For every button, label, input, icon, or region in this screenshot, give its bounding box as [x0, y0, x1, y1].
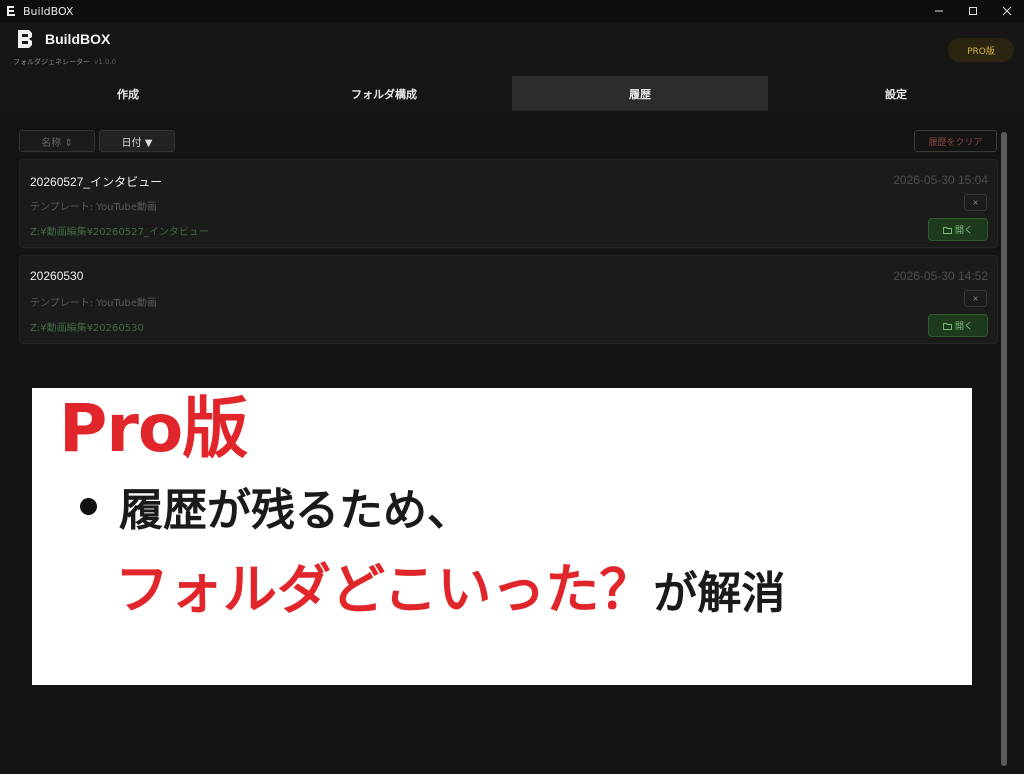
window-controls — [922, 0, 1024, 22]
promo-line2-highlight: フォルダどこいった？ — [115, 558, 654, 621]
tab-history[interactable]: 履歴 — [512, 76, 768, 111]
history-card: 20260527_インタビュー 2026-05-30 15:04 テンプレート:… — [19, 159, 998, 248]
open-folder-button[interactable]: 開く — [928, 218, 988, 241]
promo-line2: フォルダどこいった？が解消 — [115, 563, 785, 617]
promo-title: Pro版 — [59, 390, 248, 467]
delete-button[interactable]: × — [964, 194, 987, 211]
history-date: 2026-05-30 15:04 — [893, 173, 988, 187]
sort-by-date-button[interactable]: 日付 ▼ — [99, 130, 175, 152]
promo-line2-suffix: が解消 — [653, 568, 786, 619]
open-folder-button[interactable]: 開く — [928, 314, 988, 337]
history-path: Z:¥動画編集¥20260527_インタビュー — [30, 227, 209, 238]
history-card: 20260530 2026-05-30 14:52 テンプレート: YouTub… — [19, 255, 998, 344]
history-name: 20260530 — [30, 269, 84, 283]
folder-icon — [943, 226, 952, 234]
scrollbar[interactable] — [1001, 132, 1007, 766]
app-subtitle: フォルダジェネレーター v1.0.0 — [13, 57, 116, 67]
bullet-icon — [80, 498, 97, 515]
version-label: v1.0.0 — [94, 58, 117, 66]
tab-settings[interactable]: 設定 — [768, 76, 1024, 111]
open-label: 開く — [954, 226, 973, 236]
app-header: BuildBOX フォルダジェネレーター v1.0.0 PRO版 — [0, 22, 1024, 76]
promo-line1: 履歴が残るため、 — [119, 485, 471, 536]
maximize-button[interactable] — [956, 0, 990, 22]
minimize-icon — [935, 10, 943, 12]
brand-name: BuildBOX — [45, 31, 111, 47]
history-template: テンプレート: YouTube動画 — [30, 202, 157, 213]
tab-folder-structure[interactable]: フォルダ構成 — [256, 76, 512, 111]
close-button[interactable] — [990, 0, 1024, 22]
pro-badge[interactable]: PRO版 — [948, 38, 1014, 62]
minimize-button[interactable] — [922, 0, 956, 22]
history-name: 20260527_インタビュー — [30, 175, 163, 189]
open-label: 開く — [954, 322, 973, 332]
main-tabs: 作成 フォルダ構成 履歴 設定 — [0, 76, 1024, 111]
history-path: Z:¥動画編集¥20260530 — [30, 323, 144, 334]
history-template: テンプレート: YouTube動画 — [30, 298, 157, 309]
app-icon — [6, 5, 16, 17]
tab-create[interactable]: 作成 — [0, 76, 256, 111]
clear-history-button[interactable]: 履歴をクリア — [914, 130, 997, 152]
close-icon — [1002, 6, 1012, 16]
folder-icon — [943, 322, 952, 330]
window-title: BuildBOX — [23, 4, 74, 18]
promo-overlay: Pro版 履歴が残るため、 フォルダどこいった？が解消 — [32, 388, 972, 685]
sort-by-name-button[interactable]: 名称 ⇕ — [19, 130, 95, 152]
logo-icon — [16, 28, 34, 50]
maximize-icon — [969, 7, 977, 15]
delete-button[interactable]: × — [964, 290, 987, 307]
history-date: 2026-05-30 14:52 — [893, 269, 988, 283]
subtitle-text: フォルダジェネレーター — [13, 58, 91, 66]
window-titlebar: BuildBOX — [0, 0, 1024, 22]
